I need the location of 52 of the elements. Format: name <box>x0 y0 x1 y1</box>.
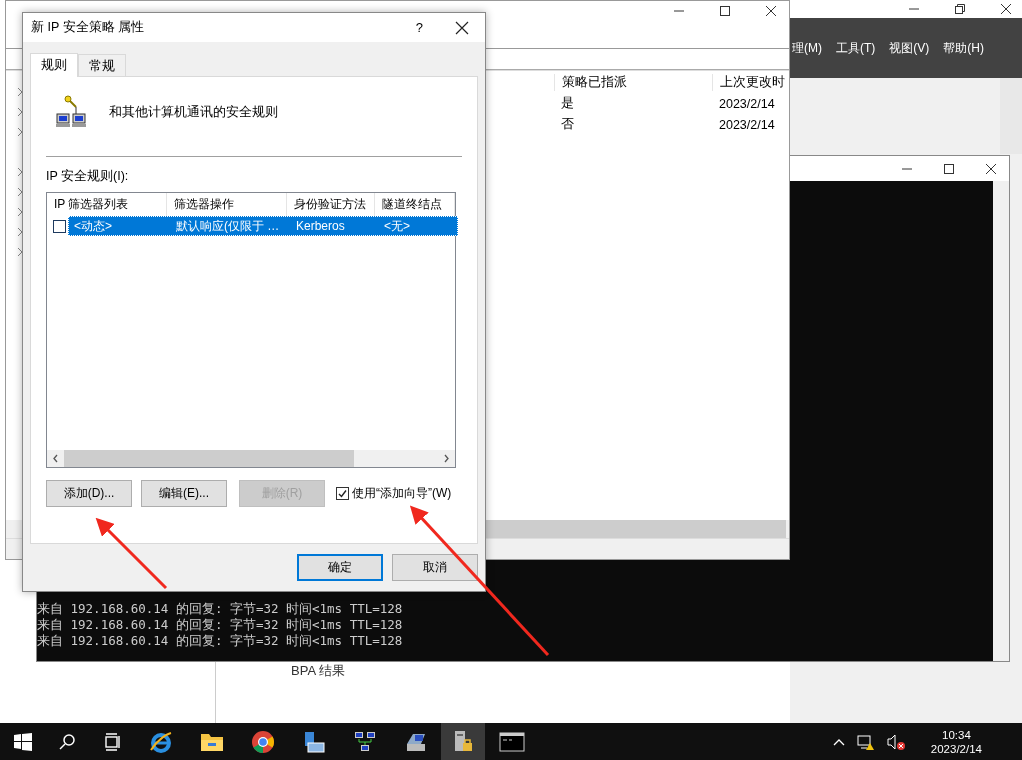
start-icon[interactable] <box>14 732 32 751</box>
menu-item[interactable]: 帮助(H) <box>943 39 984 57</box>
server-lock-icon <box>452 729 474 754</box>
restore-icon[interactable] <box>954 3 966 15</box>
maximize-icon[interactable] <box>943 162 955 175</box>
volume-muted-icon[interactable] <box>885 732 906 751</box>
menu-item[interactable]: 视图(V) <box>889 39 930 57</box>
maximize-icon[interactable] <box>719 5 731 17</box>
rules-label: IP 安全规则(I): <box>46 168 130 185</box>
checkbox[interactable] <box>53 219 66 233</box>
taskbar-item[interactable] <box>441 723 485 760</box>
console-icon[interactable] <box>499 731 525 752</box>
close-icon[interactable] <box>765 5 777 17</box>
close-icon[interactable] <box>985 162 997 175</box>
window-title: 新 IP 安全策略 属性 <box>31 19 145 36</box>
action-button[interactable]: 编辑(E)... <box>141 480 227 507</box>
task-view-icon[interactable] <box>104 732 122 751</box>
table-cell-text: 2023/2/14 <box>718 117 776 132</box>
checkmark-icon <box>338 489 347 498</box>
column-header[interactable]: 上次更改时 <box>712 73 790 91</box>
browser-icon[interactable] <box>149 729 173 754</box>
menu-item[interactable]: 工具(T) <box>836 39 876 57</box>
cancel-button[interactable]: 取消 <box>392 554 478 581</box>
close-icon[interactable] <box>455 20 469 35</box>
scrollbar[interactable] <box>1000 78 1022 154</box>
chrome-icon[interactable] <box>251 729 275 754</box>
column-header[interactable]: 策略已指派 <box>554 73 712 91</box>
network-icon[interactable] <box>353 729 377 754</box>
help-button[interactable]: ? <box>415 20 423 35</box>
console-line: 来自 192.168.60.14 的回复: 字节=32 时间<1ms TTL=128 <box>37 617 404 633</box>
wizard-checkbox[interactable]: 使用“添加向导”(W) <box>336 485 452 502</box>
tab[interactable]: 常规 <box>78 54 126 76</box>
action-button[interactable]: 添加(D)... <box>46 480 132 507</box>
ok-button[interactable]: 确定 <box>297 554 383 581</box>
table-cell-text: 否 <box>560 116 575 133</box>
server-manager-icon[interactable] <box>302 729 326 754</box>
scrollbar[interactable] <box>993 181 1009 661</box>
network-warning-icon[interactable] <box>855 732 876 751</box>
console-line: 来自 192.168.60.14 的回复: 字节=32 时间<1ms TTL=128 <box>37 601 404 617</box>
tab[interactable]: 规则 <box>30 53 78 77</box>
clock-time[interactable]: 10:34 <box>942 727 971 742</box>
table-cell-text: 2023/2/14 <box>718 96 776 111</box>
search-icon[interactable] <box>59 732 77 751</box>
console-line: 来自 192.168.60.14 的回复: 字节=32 时间<1ms TTL=128 <box>37 633 404 649</box>
table-cell-text: 是 <box>560 95 575 112</box>
clock-date[interactable]: 2023/2/14 <box>930 741 982 756</box>
scrollbar[interactable] <box>47 450 455 467</box>
list-row[interactable]: <动态> 默认响应(仅限于 … Kerberos <无> <box>68 216 458 236</box>
menu-item[interactable]: 理(M) <box>792 39 822 57</box>
description-text: 和其他计算机通讯的安全规则 <box>109 103 278 121</box>
close-icon[interactable] <box>1000 3 1012 15</box>
panel-label: BPA 结果 <box>291 662 345 680</box>
